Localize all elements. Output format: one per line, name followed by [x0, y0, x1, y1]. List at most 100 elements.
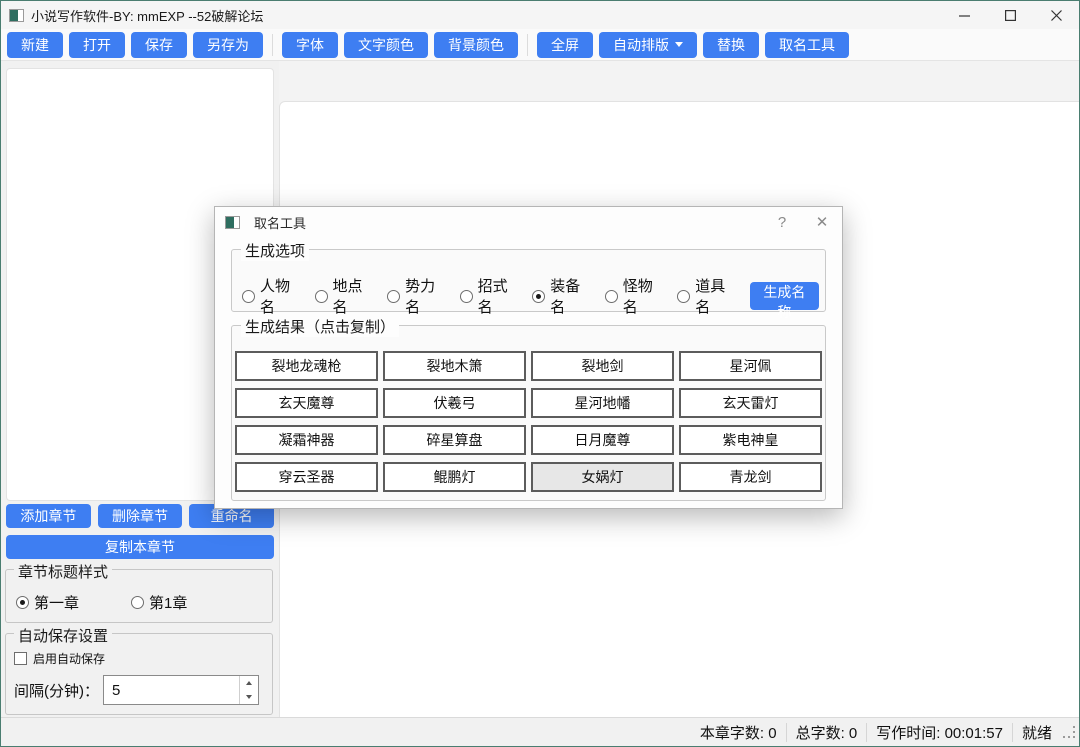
group-label: 自动保存设置	[14, 625, 112, 646]
window-title: 小说写作软件-BY: mmEXP --52破解论坛	[31, 6, 263, 25]
autosave-checkbox[interactable]	[14, 652, 27, 665]
radio-button-icon	[16, 596, 29, 609]
toolbar-button-save[interactable]: 保存	[131, 32, 187, 58]
name-result-button[interactable]: 凝霜神器	[235, 425, 378, 455]
toolbar-button-save-as[interactable]: 另存为	[193, 32, 263, 58]
category-option-人物名[interactable]: 人物名	[242, 275, 300, 317]
spin-buttons	[239, 676, 258, 704]
name-result-button[interactable]: 裂地龙魂枪	[235, 351, 378, 381]
title-style-option-2[interactable]: 第1章	[131, 592, 187, 613]
resize-grip-icon[interactable]	[1063, 726, 1077, 740]
generation-options-group: 生成选项 人物名地点名势力名招式名装备名怪物名道具名生成名称	[231, 249, 826, 312]
dialog-title-bar: 取名工具 ? ✕	[215, 207, 842, 237]
name-results-grid: 裂地龙魂枪裂地木箫裂地剑星河佩玄天魔尊伏羲弓星河地幡玄天雷灯凝霜神器碎星算盘日月…	[232, 326, 825, 492]
group-label: 生成结果（点击复制）	[241, 316, 399, 337]
radio-button-icon	[387, 290, 400, 303]
radio-label: 人物名	[260, 275, 300, 317]
spin-down-icon	[246, 695, 252, 699]
toolbar-button-replace[interactable]: 替换	[703, 32, 759, 58]
name-result-button[interactable]: 玄天魔尊	[235, 388, 378, 418]
toolbar: 新建打开保存另存为字体文字颜色背景颜色全屏自动排版替换取名工具	[1, 29, 1079, 61]
copy-chapter-button[interactable]: 复制本章节	[6, 535, 274, 559]
radio-label: 势力名	[405, 275, 445, 317]
category-option-地点名[interactable]: 地点名	[315, 275, 373, 317]
radio-label: 道具名	[695, 275, 735, 317]
toolbar-button-auto-layout[interactable]: 自动排版	[599, 32, 697, 58]
app-icon	[9, 9, 24, 22]
interval-row: 间隔(分钟)： 5	[6, 667, 272, 705]
maximize-icon[interactable]	[987, 1, 1033, 29]
category-option-道具名[interactable]: 道具名	[677, 275, 735, 317]
autosave-checkbox-label: 启用自动保存	[33, 650, 105, 667]
toolbar-separator	[272, 34, 273, 56]
generate-names-button[interactable]: 生成名称	[750, 282, 819, 310]
status-chapter-word-count: 本章字数: 0	[691, 723, 786, 742]
close-icon[interactable]	[1033, 1, 1079, 29]
spin-down-button[interactable]	[240, 690, 258, 704]
name-result-button[interactable]: 日月魔尊	[531, 425, 674, 455]
window-controls	[941, 1, 1079, 29]
name-result-button[interactable]: 青龙剑	[679, 462, 822, 492]
dialog-icon	[225, 216, 240, 229]
interval-spinbox[interactable]: 5	[103, 675, 259, 705]
dialog-title: 取名工具	[254, 213, 306, 232]
radio-label: 装备名	[550, 275, 590, 317]
toolbar-button-background-color[interactable]: 背景颜色	[434, 32, 518, 58]
status-items: 本章字数: 0总字数: 0写作时间: 00:01:57就绪	[691, 723, 1061, 742]
status-total-word-count: 总字数: 0	[786, 723, 867, 742]
dialog-help-icon[interactable]: ?	[762, 207, 802, 237]
title-style-option-1[interactable]: 第一章	[16, 592, 79, 613]
dropdown-arrow-icon	[675, 42, 683, 47]
status-bar: 本章字数: 0总字数: 0写作时间: 00:01:57就绪	[1, 717, 1079, 746]
radio-button-icon	[677, 290, 690, 303]
title-bar: 小说写作软件-BY: mmEXP --52破解论坛	[1, 1, 1079, 29]
radio-label: 地点名	[333, 275, 373, 317]
toolbar-button-font[interactable]: 字体	[282, 32, 338, 58]
add-chapter-button[interactable]: 添加章节	[6, 504, 91, 528]
name-result-button[interactable]: 星河佩	[679, 351, 822, 381]
toolbar-button-text-color[interactable]: 文字颜色	[344, 32, 428, 58]
name-result-button[interactable]: 伏羲弓	[383, 388, 526, 418]
group-label: 章节标题样式	[14, 561, 112, 582]
category-option-怪物名[interactable]: 怪物名	[605, 275, 663, 317]
category-option-势力名[interactable]: 势力名	[387, 275, 445, 317]
autosave-settings-group: 自动保存设置 启用自动保存 间隔(分钟)： 5	[5, 633, 273, 715]
spin-up-button[interactable]	[240, 676, 258, 690]
name-result-button[interactable]: 鲲鹏灯	[383, 462, 526, 492]
naming-tool-dialog: 取名工具 ? ✕ 生成选项 人物名地点名势力名招式名装备名怪物名道具名生成名称 …	[214, 206, 843, 509]
toolbar-button-new[interactable]: 新建	[7, 32, 63, 58]
toolbar-button-open[interactable]: 打开	[69, 32, 125, 58]
radio-button-icon	[242, 290, 255, 303]
category-option-招式名[interactable]: 招式名	[460, 275, 518, 317]
name-result-button[interactable]: 碎星算盘	[383, 425, 526, 455]
minimize-icon[interactable]	[941, 1, 987, 29]
radio-label: 第一章	[34, 592, 79, 613]
name-result-button[interactable]: 女娲灯	[531, 462, 674, 492]
radio-label: 怪物名	[623, 275, 663, 317]
delete-chapter-button[interactable]: 删除章节	[98, 504, 183, 528]
radio-label: 第1章	[149, 592, 187, 613]
chapter-title-style-group: 章节标题样式 第一章第1章	[5, 569, 273, 623]
name-result-button[interactable]: 裂地木箫	[383, 351, 526, 381]
name-result-button[interactable]: 裂地剑	[531, 351, 674, 381]
name-result-button[interactable]: 紫电神皇	[679, 425, 822, 455]
toolbar-separator	[527, 34, 528, 56]
dialog-controls: ? ✕	[762, 207, 842, 237]
radio-button-icon	[131, 596, 144, 609]
toolbar-button-fullscreen[interactable]: 全屏	[537, 32, 593, 58]
name-result-button[interactable]: 玄天雷灯	[679, 388, 822, 418]
radio-label: 招式名	[478, 275, 518, 317]
radio-button-icon	[460, 290, 473, 303]
category-option-装备名[interactable]: 装备名	[532, 275, 590, 317]
dialog-close-icon[interactable]: ✕	[802, 207, 842, 237]
status-ready-status: 就绪	[1012, 723, 1061, 742]
radio-button-icon	[605, 290, 618, 303]
name-result-button[interactable]: 穿云圣器	[235, 462, 378, 492]
group-label: 生成选项	[241, 240, 309, 261]
radio-button-icon	[532, 290, 545, 303]
status-writing-time: 写作时间: 00:01:57	[866, 723, 1012, 742]
toolbar-button-naming-tool[interactable]: 取名工具	[765, 32, 849, 58]
interval-input[interactable]: 5	[104, 676, 239, 704]
name-result-button[interactable]: 星河地幡	[531, 388, 674, 418]
spin-up-icon	[246, 681, 252, 685]
